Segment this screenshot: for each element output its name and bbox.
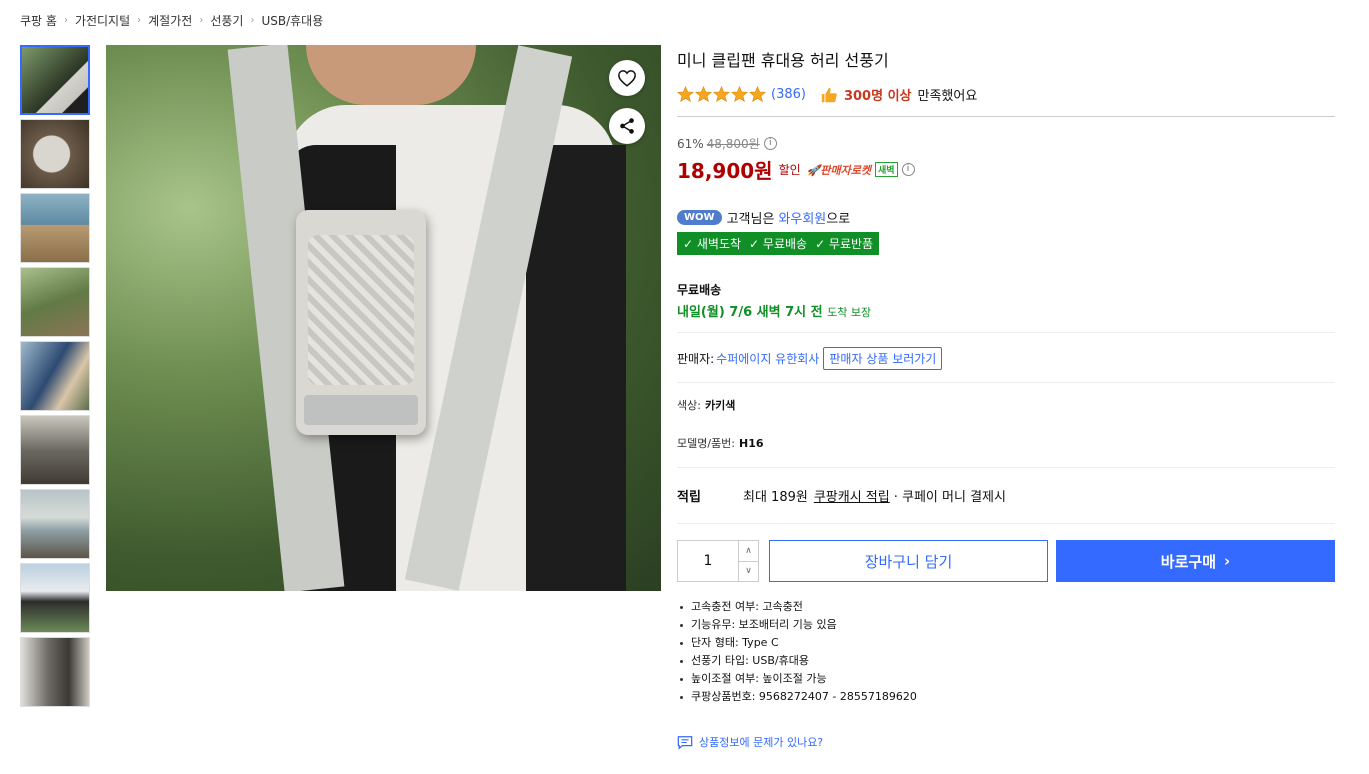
review-count-link[interactable]: (386) xyxy=(771,87,806,102)
breadcrumb-seasonal[interactable]: 계절가전 xyxy=(148,12,192,29)
thumbnail-7[interactable] xyxy=(20,489,90,559)
satisfaction-count: 300명 이상 xyxy=(843,89,912,104)
divider xyxy=(677,382,1335,383)
product-info-panel: 미니 클립팬 휴대용 허리 선풍기 (386) 300명 이상 만족했어요 61… xyxy=(677,45,1335,750)
wow-text-prefix: 고객님은 xyxy=(726,212,775,227)
list-item: 기능유무: 보조배터리 기능 있음 xyxy=(677,616,1335,634)
wow-member-link[interactable]: 와우회원 xyxy=(778,208,826,227)
color-label: 색상: xyxy=(677,399,701,412)
star-icon xyxy=(731,86,748,103)
sale-price: 18,900원 xyxy=(677,159,773,183)
thumbnail-8[interactable] xyxy=(20,563,90,633)
info-icon[interactable]: i xyxy=(763,137,777,150)
thumbnail-list xyxy=(20,45,90,711)
thumbnail-1[interactable] xyxy=(20,45,90,115)
list-item: 단자 형태: Type C xyxy=(677,634,1335,652)
wishlist-heart-icon[interactable] xyxy=(609,60,645,96)
reward-suffix: · 쿠페이 머니 결제시 xyxy=(893,490,1006,505)
thumbnail-9[interactable] xyxy=(20,637,90,707)
message-icon xyxy=(677,735,693,750)
benefit-free-shipping: ✓ 무료배송 xyxy=(749,237,808,251)
divider xyxy=(677,467,1335,468)
product-title: 미니 클립팬 휴대용 허리 선풍기 xyxy=(677,51,889,70)
sale-label: 할인 xyxy=(778,163,801,177)
reward-row: 적립 최대 189원 쿠팡캐시 적립 · 쿠페이 머니 결제시 xyxy=(677,486,1335,505)
color-option: 색상: 카키색 xyxy=(677,397,1335,413)
dawn-delivery-badge: 새벽 xyxy=(874,162,898,177)
rating-row: (386) 300명 이상 만족했어요 xyxy=(677,85,1335,104)
divider xyxy=(677,116,1335,117)
share-icon[interactable] xyxy=(609,108,645,144)
wow-benefits-badge: ✓ 새벽도착 ✓ 무료배송 ✓ 무료반품 xyxy=(677,232,880,255)
list-item: 선풍기 타입: USB/휴대용 xyxy=(677,652,1335,670)
benefit-free-return: ✓ 무료반품 xyxy=(815,237,874,251)
add-to-cart-button[interactable]: 장바구니 담기 xyxy=(769,540,1048,582)
spec-list: 고속충전 여부: 고속충전 기능유무: 보조배터리 기능 있음 단자 형태: T… xyxy=(677,598,1335,706)
breadcrumb-digital[interactable]: 가전디지털 xyxy=(75,12,130,29)
thumbnail-6[interactable] xyxy=(20,415,90,485)
chevron-right-icon: › xyxy=(250,15,255,26)
model-value: H16 xyxy=(739,437,764,450)
breadcrumb-home[interactable]: 쿠팡 홈 xyxy=(20,12,57,29)
star-icon xyxy=(677,86,694,103)
shipping-label: 무료배송 xyxy=(677,283,722,297)
list-item: 고속충전 여부: 고속충전 xyxy=(677,598,1335,616)
product-fan-illustration xyxy=(296,210,426,435)
breadcrumb: 쿠팡 홈 › 가전디지털 › 계절가전 › 선풍기 › USB/휴대용 xyxy=(20,12,323,29)
star-icon xyxy=(749,86,766,103)
delivery-date: 내일(월) 7/6 새벽 7시 전 도착 보장 xyxy=(677,305,872,320)
shipping-info: 무료배송 내일(월) 7/6 새벽 7시 전 도착 보장 xyxy=(677,281,1335,320)
coupang-cash-link[interactable]: 쿠팡캐시 적립 xyxy=(814,486,890,505)
purchase-row: ∧ ∨ 장바구니 담기 바로구매 › xyxy=(677,540,1335,582)
quantity-input[interactable] xyxy=(678,541,738,581)
star-icon xyxy=(695,86,712,103)
chevron-right-icon: › xyxy=(199,15,204,26)
delivery-guarantee: 도착 보장 xyxy=(827,306,872,319)
divider xyxy=(677,523,1335,524)
thumbnail-4[interactable] xyxy=(20,267,90,337)
breadcrumb-usb[interactable]: USB/휴대용 xyxy=(261,12,323,29)
reward-amount: 최대 189원 xyxy=(743,490,808,505)
thumbnail-5[interactable] xyxy=(20,341,90,411)
breadcrumb-fan[interactable]: 선풍기 xyxy=(210,12,243,29)
chevron-right-icon: › xyxy=(1224,552,1231,570)
benefit-dawn-arrival: ✓ 새벽도착 xyxy=(683,237,742,251)
list-item: 높이조절 여부: 높이조절 가능 xyxy=(677,670,1335,688)
discount-rate: 61% xyxy=(677,136,704,151)
wow-badge: WOW xyxy=(677,210,722,225)
star-icon xyxy=(713,86,730,103)
sale-price-row: 18,900원 할인 🚀판매자로켓 새벽 i xyxy=(677,155,1335,184)
quantity-stepper: ∧ ∨ xyxy=(677,540,759,582)
seller-label: 판매자: xyxy=(677,352,715,366)
main-product-image xyxy=(106,45,661,591)
model-label: 모델명/품번: xyxy=(677,437,736,450)
color-value: 카키색 xyxy=(704,399,736,412)
rating-stars[interactable] xyxy=(677,86,767,103)
report-issue-link[interactable]: 상품정보에 문제가 있나요? xyxy=(677,734,1335,750)
wow-member-row: WOW 고객님은 와우회원 으로 xyxy=(677,208,1335,227)
info-icon[interactable]: i xyxy=(901,163,915,176)
reward-label: 적립 xyxy=(677,490,701,505)
thumbnail-2[interactable] xyxy=(20,119,90,189)
thumbnail-3[interactable] xyxy=(20,193,90,263)
quantity-decrease-icon[interactable]: ∨ xyxy=(739,560,758,582)
satisfaction-text: 만족했어요 xyxy=(917,89,978,104)
original-price: 48,800원 xyxy=(706,137,760,151)
divider xyxy=(677,332,1335,333)
chevron-right-icon: › xyxy=(63,15,68,26)
buy-now-button[interactable]: 바로구매 › xyxy=(1056,540,1335,582)
wow-text-suffix: 으로 xyxy=(826,212,851,227)
original-price-row: 61% 48,800원 i xyxy=(677,135,1335,152)
thumbs-up-icon xyxy=(821,87,837,102)
seller-rocket-badge: 🚀판매자로켓 xyxy=(806,163,871,177)
seller-products-button[interactable]: 판매자 상품 보러가기 xyxy=(823,347,943,370)
quantity-increase-icon[interactable]: ∧ xyxy=(739,541,758,561)
chevron-right-icon: › xyxy=(137,15,142,26)
seller-name-link[interactable]: 수퍼에이지 유한회사 xyxy=(716,350,819,367)
seller-row: 판매자: 수퍼에이지 유한회사 판매자 상품 보러가기 xyxy=(677,347,1335,370)
list-item: 쿠팡상품번호: 9568272407 - 28557189620 xyxy=(677,688,1335,706)
model-option: 모델명/품번: H16 xyxy=(677,435,1335,451)
